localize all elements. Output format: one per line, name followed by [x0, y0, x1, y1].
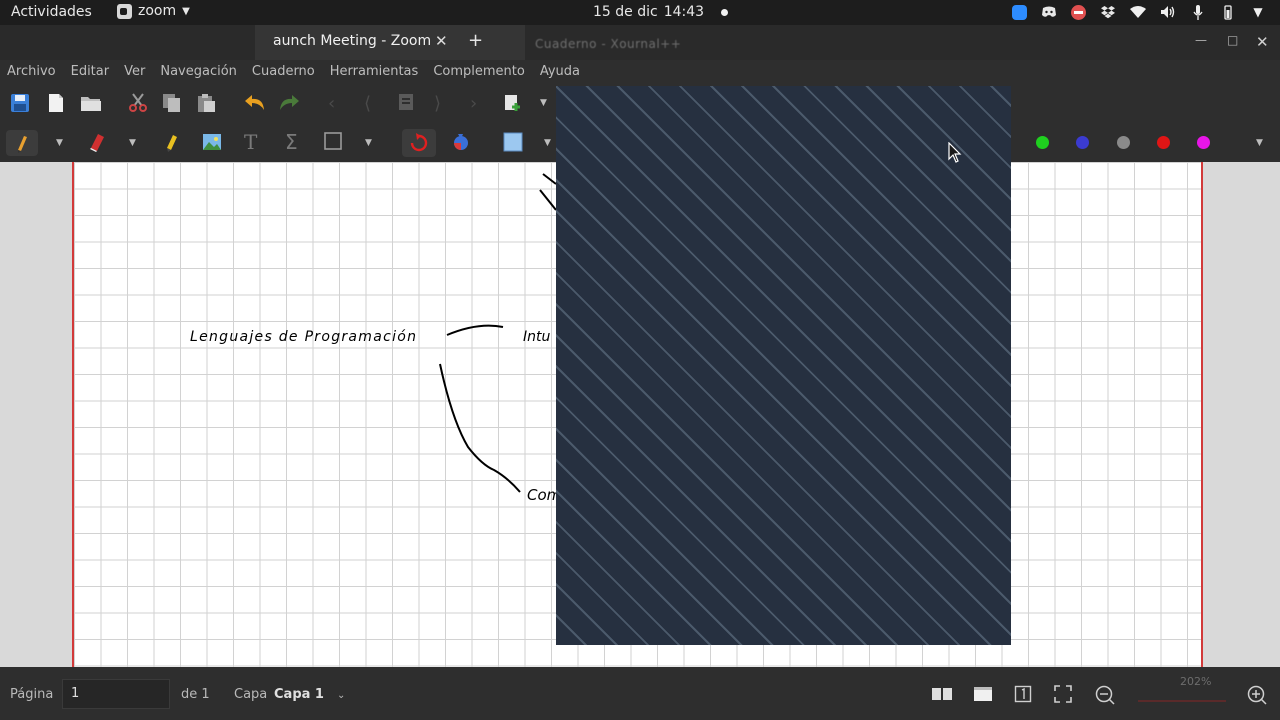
zoom-slider[interactable]	[1138, 700, 1226, 702]
zoom-in-icon[interactable]	[1247, 685, 1267, 705]
page-count-label: de 1	[181, 687, 210, 702]
zoom-fit-icon[interactable]	[1054, 685, 1072, 703]
zoom-screen-share-overlay	[556, 86, 1011, 645]
layer-caret-icon[interactable]: ⌄	[337, 690, 345, 701]
desktop: Actividades zoom ▼ 15 de dic 14:43 ▼ aun…	[0, 0, 1280, 720]
layer-label: Capa	[234, 687, 268, 702]
status-bar: Página 1 de 1 Capa Capa 1 ⌄	[0, 667, 1280, 720]
mouse-cursor-icon	[948, 142, 962, 163]
zoom-100-icon[interactable]	[1014, 685, 1032, 703]
single-page-view-icon[interactable]	[973, 685, 992, 703]
zoom-percentage: 202%	[1180, 675, 1212, 688]
page-label: Página	[10, 687, 54, 702]
handwriting-lenguajes: Lenguajes de Programación	[190, 329, 416, 345]
layer-select[interactable]: Capa 1	[274, 687, 324, 702]
handwriting-intu: Intu	[523, 329, 550, 345]
zoom-out-icon[interactable]	[1095, 685, 1115, 705]
page-number-input[interactable]: 1	[62, 679, 170, 709]
dual-page-view-icon[interactable]	[931, 685, 952, 703]
